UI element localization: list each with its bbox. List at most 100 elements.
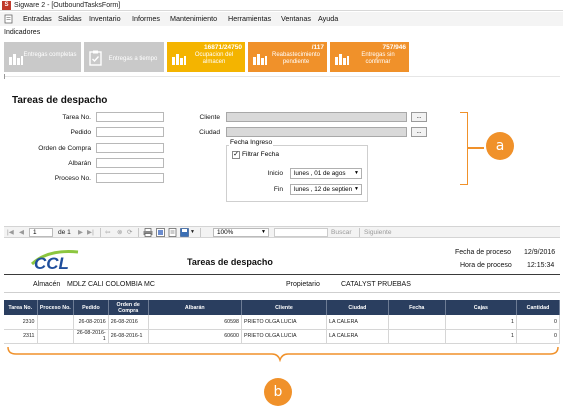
table-cell: LA CALERA bbox=[326, 315, 389, 330]
col-header[interactable]: Cliente bbox=[241, 300, 328, 315]
clipboard-check-icon bbox=[89, 50, 102, 66]
table-cell bbox=[388, 329, 446, 344]
print-layout-icon[interactable] bbox=[156, 228, 165, 237]
tile-entregas-a-tiempo[interactable]: Entregas a tiempo bbox=[84, 42, 164, 72]
indicators-label: Indicadores bbox=[4, 29, 41, 36]
dropdown-arrow-icon: ▼ bbox=[354, 170, 359, 176]
toolbar-divider bbox=[200, 228, 201, 237]
fin-date-value: lunes , 12 de septien bbox=[294, 186, 353, 193]
back-icon[interactable]: ⇦ bbox=[105, 228, 111, 237]
app-window: S Sigware 2 - [OutboundTasksForm] Entrad… bbox=[0, 0, 563, 420]
last-page-icon[interactable]: ▶| bbox=[87, 228, 94, 237]
menu-entradas[interactable]: Entradas bbox=[23, 14, 52, 24]
tile-value: 757/946 bbox=[382, 44, 407, 51]
col-header[interactable]: Albarán bbox=[148, 300, 242, 315]
toolbar-divider bbox=[100, 228, 101, 237]
table-cell: 1 bbox=[445, 315, 518, 330]
dropdown-arrow-icon: ▼ bbox=[261, 229, 266, 235]
filtrar-fecha-checkbox[interactable]: ✓ bbox=[232, 151, 240, 159]
cliente-browse-button[interactable]: ... bbox=[411, 112, 427, 122]
export-icon[interactable] bbox=[180, 228, 189, 237]
search-link[interactable]: Buscar bbox=[331, 228, 352, 237]
next-page-icon[interactable]: ▶ bbox=[78, 228, 83, 237]
print-icon[interactable] bbox=[143, 228, 153, 237]
report-rule bbox=[4, 292, 560, 293]
table-cell: 26-08-2016-1 bbox=[108, 329, 149, 344]
almacen-value: MDLZ CALI COLOMBIA MC bbox=[67, 281, 155, 288]
tile-ocupacion-almacen[interactable]: 16871/24750 Ocupacion del almacen bbox=[167, 42, 245, 72]
divider bbox=[4, 76, 560, 77]
col-header[interactable]: Cajas bbox=[445, 300, 518, 315]
callout-bracket-a bbox=[460, 112, 468, 185]
prev-page-icon[interactable]: ◀ bbox=[19, 228, 24, 237]
table-cell: 2310 bbox=[4, 315, 38, 330]
menu-inventario[interactable]: Inventario bbox=[89, 14, 121, 24]
col-header[interactable]: Pedido bbox=[73, 300, 109, 315]
col-header[interactable]: Ciudad bbox=[326, 300, 389, 315]
table-row[interactable]: 2311 26-08-2016-1 26-08-2016-1 60600 PRI… bbox=[4, 329, 560, 344]
col-header[interactable]: Orden de Compra bbox=[108, 300, 149, 315]
menu-herramientas[interactable]: Herramientas bbox=[228, 14, 271, 24]
ciudad-browse-button[interactable]: ... bbox=[411, 127, 427, 137]
first-page-icon[interactable]: |◀ bbox=[7, 228, 14, 237]
table-cell bbox=[37, 329, 75, 344]
zoom-select[interactable]: 100% ▼ bbox=[213, 228, 269, 237]
table-cell: 60598 bbox=[148, 315, 242, 330]
menu-mantenimiento[interactable]: Mantenimiento bbox=[170, 14, 217, 24]
page-setup-icon[interactable] bbox=[168, 228, 177, 237]
tile-label: Entregas sin confirmar bbox=[361, 52, 395, 65]
hora-proceso-value: 12:15:34 bbox=[527, 262, 555, 269]
table-cell: 2311 bbox=[4, 329, 38, 344]
inicio-label: Inicio bbox=[267, 170, 283, 177]
dropdown-arrow-icon[interactable]: ▼ bbox=[190, 228, 195, 237]
menu-informes[interactable]: Informes bbox=[132, 14, 160, 24]
report-rule bbox=[4, 274, 560, 275]
callout-bracket-b bbox=[7, 346, 559, 362]
refresh-icon[interactable]: ⟳ bbox=[127, 228, 133, 237]
tile-reabastecimiento[interactable]: /117 Reabastecimiento pendiente bbox=[248, 42, 327, 72]
col-header[interactable]: Tarea No. bbox=[4, 300, 38, 315]
ciudad-label: Ciudad bbox=[199, 129, 220, 136]
report-title: Tareas de despacho bbox=[187, 257, 273, 267]
tarea-label: Tarea No. bbox=[62, 114, 91, 121]
page-number-input[interactable]: 1 bbox=[29, 228, 53, 237]
col-header[interactable]: Proceso No. bbox=[37, 300, 75, 315]
orden-compra-input[interactable] bbox=[96, 143, 164, 153]
table-cell: 1 bbox=[445, 329, 518, 344]
report-toolbar: |◀ ◀ 1 de 1 ▶ ▶| ⇦ ⊗ ⟳ ▼ 100% ▼ Buscar Si… bbox=[4, 226, 560, 238]
tile-label: Reabastecimiento pendiente bbox=[271, 52, 321, 65]
menu-ventanas[interactable]: Ventanas bbox=[281, 14, 311, 24]
table-cell: 60600 bbox=[148, 329, 242, 344]
tile-entregas-sin-confirmar[interactable]: 757/946 Entregas sin confirmar bbox=[330, 42, 409, 72]
inicio-date-picker[interactable]: lunes , 01 de agos ▼ bbox=[290, 168, 362, 179]
tile-entregas-completas[interactable]: Entregas completas bbox=[4, 42, 81, 72]
table-cell: LA CALERA bbox=[326, 329, 389, 344]
logo-text: CCL bbox=[34, 254, 69, 272]
next-link[interactable]: Siguiente bbox=[364, 228, 392, 237]
stop-icon[interactable]: ⊗ bbox=[117, 228, 123, 237]
zoom-value: 100% bbox=[217, 229, 234, 236]
bar-chart-icon bbox=[172, 54, 186, 65]
document-menu-icon[interactable] bbox=[4, 14, 13, 24]
tile-label: Entregas a tiempo bbox=[108, 56, 158, 62]
fin-date-picker[interactable]: lunes , 12 de septien ▼ bbox=[290, 184, 362, 195]
table-header-row: Tarea No. Proceso No. Pedido Orden de Co… bbox=[4, 300, 560, 315]
table-row[interactable]: 2310 26-08-2016 26-08-2016 60598 PRIETO … bbox=[4, 315, 560, 330]
table-cell: 26-08-2016-1 bbox=[73, 329, 109, 344]
bar-chart-icon bbox=[253, 54, 267, 65]
fin-label: Fin bbox=[273, 186, 283, 193]
col-header[interactable]: Cantidad bbox=[516, 300, 560, 315]
table-cell: 26-08-2016 bbox=[108, 315, 149, 330]
proceso-input[interactable] bbox=[96, 173, 164, 183]
tile-value: /117 bbox=[311, 44, 324, 51]
albaran-input[interactable] bbox=[96, 158, 164, 168]
menu-salidas[interactable]: Salidas bbox=[58, 14, 82, 24]
col-header[interactable]: Fecha bbox=[388, 300, 446, 315]
menu-bar: Entradas Salidas Inventario Informes Man… bbox=[0, 12, 563, 26]
table-cell bbox=[388, 315, 446, 330]
filtrar-fecha-label: Filtrar Fecha bbox=[242, 151, 280, 158]
proceso-label: Proceso No. bbox=[54, 175, 91, 182]
pedido-label: Pedido bbox=[70, 129, 91, 136]
menu-ayuda[interactable]: Ayuda bbox=[318, 14, 338, 24]
find-text-input[interactable] bbox=[274, 228, 328, 237]
